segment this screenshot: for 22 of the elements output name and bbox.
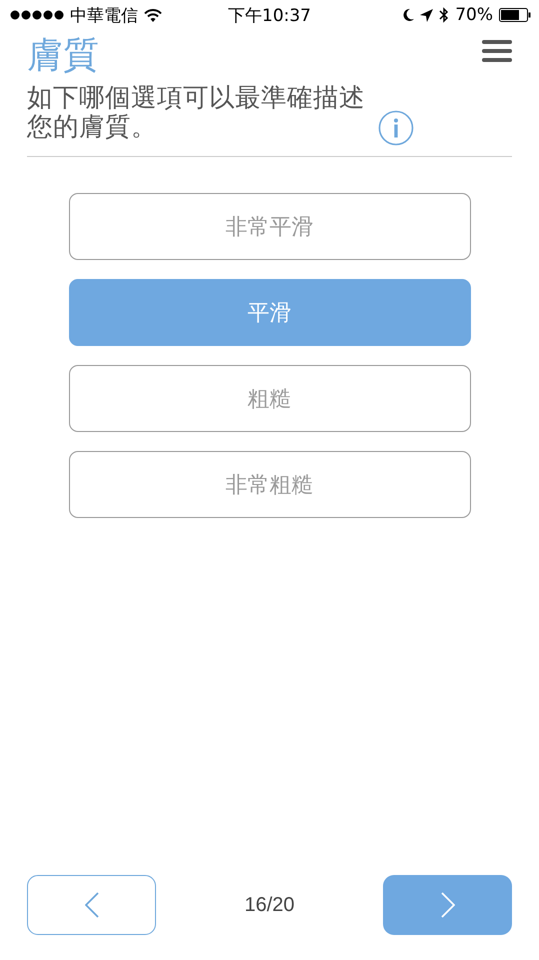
answer-option[interactable]: 非常粗糙 [68,451,470,518]
battery-icon [499,8,531,22]
battery-percent: 70% [455,5,493,25]
moon-icon [402,8,414,22]
page-counter: 16/20 [244,894,295,916]
bluetooth-icon [439,7,450,23]
chevron-right-icon [440,892,454,918]
location-arrow-icon [420,8,434,22]
info-icon[interactable] [378,110,414,146]
answer-option[interactable]: 非常平滑 [68,193,470,260]
wifi-icon [144,8,162,22]
signal-icon [10,10,64,20]
next-button[interactable] [383,875,512,935]
answer-option[interactable]: 平滑 [68,279,470,346]
question-text: 如下哪個選項可以最準確描述您的膚質。 [27,84,366,142]
carrier-name: 中華電信 [70,4,138,26]
answer-option[interactable]: 粗糙 [68,365,470,432]
page-title: 膚質 [27,34,99,78]
clock: 下午10:37 [228,4,311,26]
chevron-left-icon [84,892,98,918]
previous-button[interactable] [27,875,156,935]
menu-icon[interactable] [482,40,512,62]
